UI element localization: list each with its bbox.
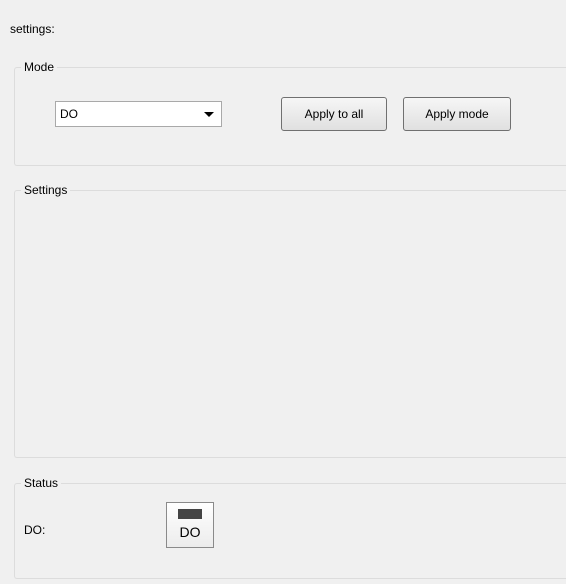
apply-mode-button[interactable]: Apply mode [403,97,511,131]
settings-panel: settings: Mode DO Apply to all Apply mod… [0,0,566,584]
status-group-legend: Status [21,476,62,490]
mode-group-legend: Mode [21,60,58,74]
do-status-label: DO: [24,523,46,537]
settings-group-legend: Settings [21,183,71,197]
led-indicator-icon [178,509,202,519]
mode-select[interactable]: DO [55,101,222,127]
status-groupbox: Status [14,476,566,579]
settings-groupbox: Settings [14,183,566,458]
do-indicator-label: DO [179,524,201,540]
settings-header: settings: [10,22,55,36]
apply-to-all-button[interactable]: Apply to all [281,97,387,131]
mode-select-value: DO [60,107,78,121]
do-indicator-button[interactable]: DO [166,502,214,548]
chevron-down-icon[interactable] [204,112,214,117]
